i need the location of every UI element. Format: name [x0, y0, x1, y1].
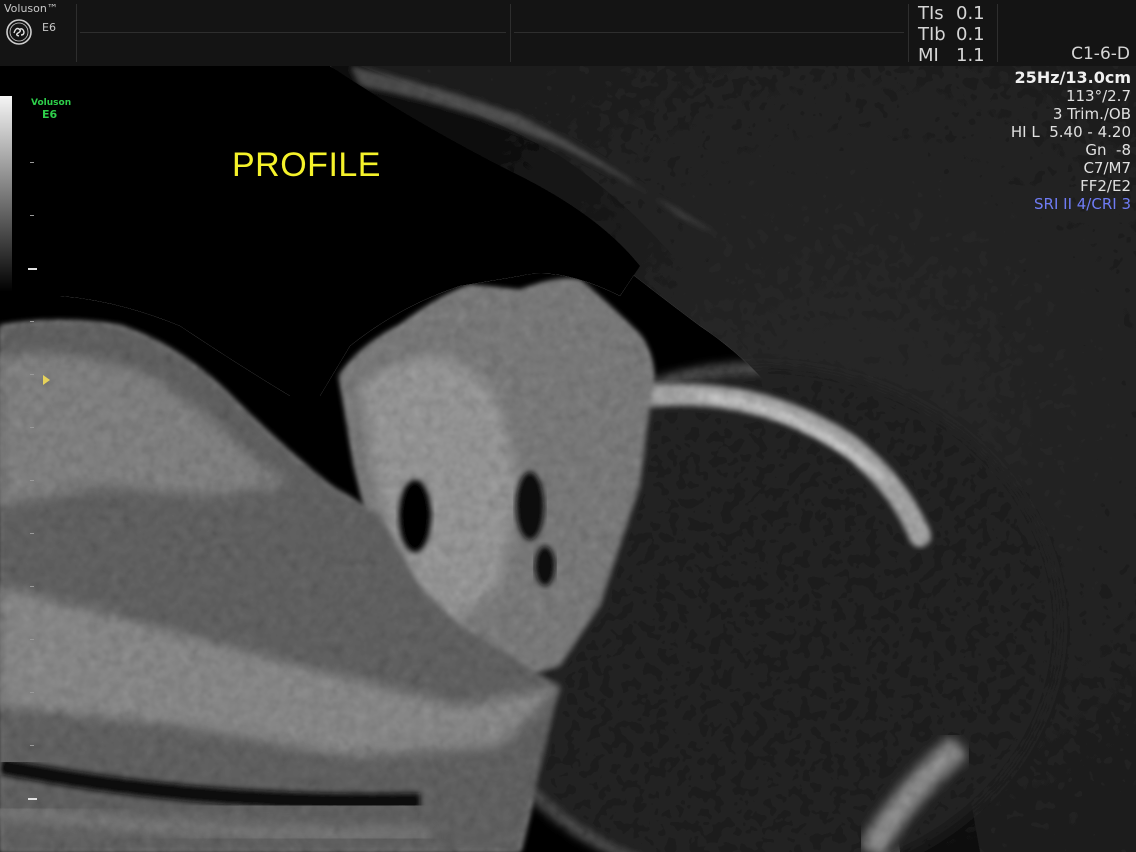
depth-tick	[30, 374, 34, 375]
safety-label: TIs	[918, 3, 944, 24]
depth-tick	[30, 162, 34, 163]
mini-brand-model: E6	[42, 108, 58, 121]
header-line	[80, 32, 506, 33]
depth-tick	[30, 745, 34, 746]
safety-label: TIb	[918, 24, 946, 45]
param-filter: FF2/E2	[1080, 177, 1131, 195]
depth-tick	[30, 480, 34, 481]
depth-tick-major	[28, 268, 37, 270]
safety-index-tib: TIb 0.1	[918, 24, 998, 45]
safety-index-tis: TIs 0.1	[918, 3, 998, 24]
param-angle: 113°/2.7	[1065, 87, 1131, 105]
depth-tick	[30, 215, 34, 216]
ge-logo-icon	[6, 19, 32, 45]
ultrasound-image	[0, 66, 1136, 852]
safety-value: 0.1	[956, 24, 985, 45]
param-preset: 3 Trim./OB	[1052, 105, 1131, 123]
header-divider	[510, 4, 511, 62]
depth-tick	[30, 586, 34, 587]
header-divider	[76, 4, 77, 62]
depth-tick	[30, 533, 34, 534]
annotation-text: PROFILE	[232, 146, 381, 184]
mini-brand-name: Voluson	[31, 98, 72, 108]
depth-tick	[30, 321, 34, 322]
probe-label: C1-6-D	[1071, 44, 1130, 64]
param-harmonics: HI L 5.40 - 4.20	[1010, 123, 1131, 141]
param-sri: SRI II 4/CRI 3	[1034, 195, 1131, 213]
depth-tick	[30, 427, 34, 428]
header-divider	[908, 4, 909, 62]
safety-index-mi: MI 1.1	[918, 45, 998, 66]
parameter-readout: 25Hz/13.0cm 113°/2.7 3 Trim./OB HI L 5.4…	[1010, 68, 1131, 214]
depth-tick-major	[28, 798, 37, 800]
top-info-bar: Voluson™ E6 TIs 0.1 TIb 0.1 MI 1.1 C1-6-D	[0, 0, 1136, 66]
depth-tick	[30, 639, 34, 640]
safety-value: 0.1	[956, 3, 985, 24]
model-label: E6	[42, 21, 56, 34]
brand-label: Voluson™	[4, 2, 58, 15]
param-gain: Gn -8	[1085, 141, 1131, 159]
mini-brand: Voluson E6	[31, 98, 71, 120]
param-map: C7/M7	[1083, 159, 1131, 177]
focus-marker-icon[interactable]	[43, 375, 50, 385]
safety-label: MI	[918, 45, 939, 66]
safety-value: 1.1	[956, 45, 985, 66]
grayscale-bar	[0, 96, 12, 292]
depth-tick	[30, 692, 34, 693]
param-frame-depth: 25Hz/13.0cm	[1014, 68, 1131, 87]
header-line	[514, 32, 904, 33]
